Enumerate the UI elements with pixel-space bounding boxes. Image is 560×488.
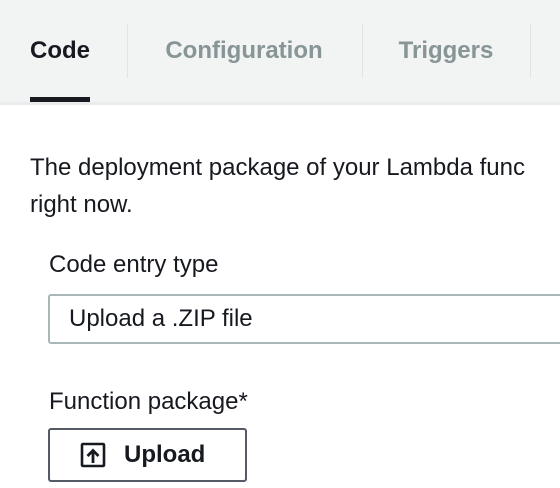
code-panel: The deployment package of your Lambda fu… bbox=[0, 105, 560, 488]
lambda-function-page: Code Configuration Triggers The deployme… bbox=[0, 0, 560, 488]
active-tab-indicator bbox=[30, 97, 90, 102]
description-line: right now. bbox=[30, 191, 133, 218]
description-line: The deployment package of your Lambda fu… bbox=[30, 154, 525, 181]
tab-triggers[interactable]: Triggers bbox=[386, 0, 506, 102]
tab-triggers-label: Triggers bbox=[398, 37, 494, 64]
tab-code[interactable]: Code bbox=[30, 0, 90, 102]
code-entry-type-select[interactable]: Upload a .ZIP file bbox=[48, 294, 560, 344]
deployment-package-description: The deployment package of your Lambda fu… bbox=[30, 149, 560, 223]
tab-divider bbox=[127, 24, 128, 78]
tab-configuration-label: Configuration bbox=[165, 37, 323, 64]
tab-divider bbox=[362, 24, 363, 78]
tab-bar: Code Configuration Triggers bbox=[0, 0, 560, 105]
code-entry-type-label: Code entry type bbox=[49, 251, 219, 278]
upload-button[interactable]: Upload bbox=[48, 428, 247, 482]
upload-icon bbox=[80, 442, 106, 468]
tab-divider bbox=[530, 24, 531, 78]
code-entry-type-value: Upload a .ZIP file bbox=[69, 305, 253, 332]
tab-configuration[interactable]: Configuration bbox=[150, 0, 338, 102]
function-package-label: Function package* bbox=[49, 388, 248, 415]
upload-button-label: Upload bbox=[124, 441, 206, 468]
tab-code-label: Code bbox=[30, 37, 90, 64]
